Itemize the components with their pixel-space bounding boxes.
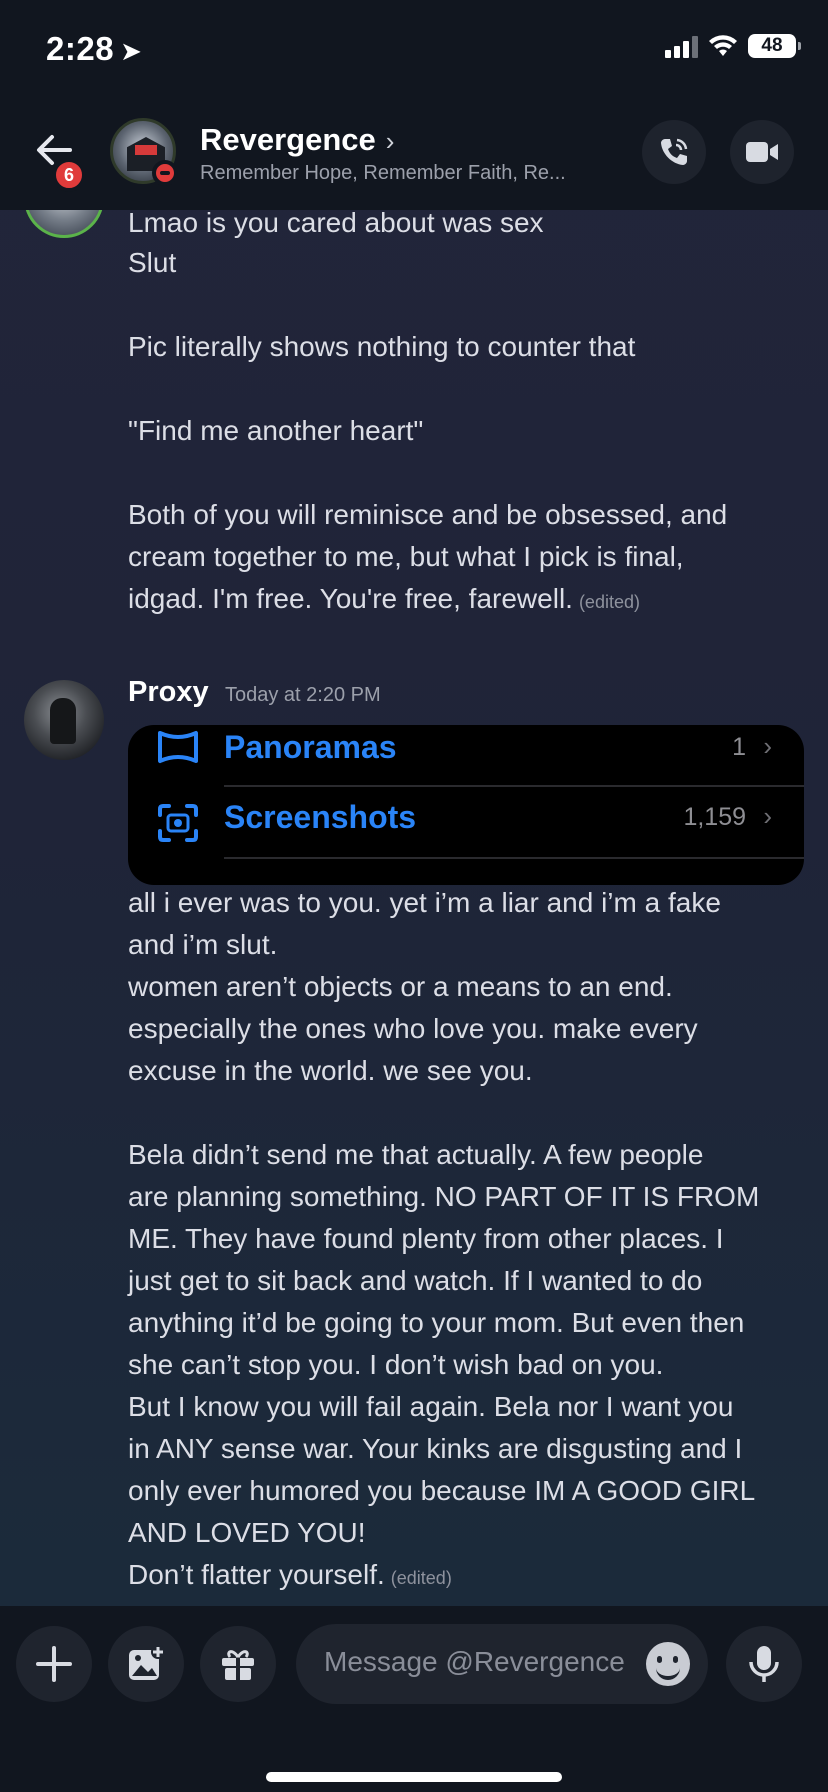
cellular-signal-icon: [665, 34, 698, 58]
custom-status: Remember Hope, Remember Faith, Re...: [200, 162, 566, 184]
message-text: excuse in the world. we see you.: [128, 1055, 533, 1086]
message-list[interactable]: Lmao is you cared about was sex Slut Pic…: [0, 210, 828, 1606]
location-arrow-icon: ➤: [120, 36, 143, 66]
emoji-icon[interactable]: [646, 1642, 690, 1686]
message-text: Bela didn’t send me that actually. A few…: [128, 1139, 704, 1170]
divider: [224, 785, 804, 787]
album-count: 1: [732, 733, 746, 761]
microphone-icon: [749, 1646, 779, 1682]
message-author[interactable]: Proxy: [128, 676, 209, 709]
message-text-content: Don’t flatter yourself.: [128, 1559, 385, 1590]
message-input[interactable]: Message @Revergence: [296, 1624, 708, 1704]
screenshot-icon: [158, 804, 198, 842]
gift-button[interactable]: [200, 1626, 276, 1702]
message-text: idgad. I'm free. You're free, farewell.(…: [128, 578, 640, 623]
home-indicator[interactable]: [266, 1772, 562, 1782]
image-attachment[interactable]: Panoramas 1 › Screenshots 1,159 ›: [128, 725, 804, 885]
message-text: But I know you will fail again. Bela nor…: [128, 1391, 734, 1422]
panorama-icon: [158, 731, 198, 763]
chevron-right-icon: ›: [763, 731, 772, 761]
message-text: Pic literally shows nothing to counter t…: [128, 331, 636, 362]
message-text: "Find me another heart": [128, 415, 424, 446]
message-text: women aren’t objects or a means to an en…: [128, 971, 673, 1002]
message-text-content: idgad. I'm free. You're free, farewell.: [128, 583, 573, 614]
message-text: ME. They have found plenty from other pl…: [128, 1223, 724, 1254]
divider: [224, 857, 804, 859]
wifi-icon: [709, 35, 737, 56]
edited-label: (edited): [578, 592, 640, 612]
video-camera-icon: [746, 142, 778, 162]
message-text: she can’t stop you. I don’t wish bad on …: [128, 1349, 664, 1380]
status-time: 2:28 ➤: [46, 30, 142, 68]
dnd-status-icon: [152, 160, 178, 186]
list-item: Panoramas 1 ›: [128, 725, 804, 789]
message-text: are planning something. NO PART OF IT IS…: [128, 1181, 760, 1212]
gift-icon: [222, 1650, 254, 1680]
album-count: 1,159: [683, 803, 746, 831]
status-indicators: 48: [665, 34, 801, 58]
message-text: in ANY sense war. Your kinks are disgust…: [128, 1433, 743, 1464]
clock: 2:28: [46, 30, 115, 67]
list-item: Screenshots 1,159 ›: [128, 791, 804, 861]
gallery-button[interactable]: [108, 1626, 184, 1702]
plus-icon: [36, 1646, 72, 1682]
album-label: Panoramas: [224, 729, 397, 765]
add-attachment-button[interactable]: [16, 1626, 92, 1702]
chevron-right-icon: ›: [385, 126, 395, 156]
avatar[interactable]: [24, 210, 104, 240]
message-text: all i ever was to you. yet i’m a liar an…: [128, 887, 721, 918]
chevron-right-icon: ›: [763, 801, 772, 831]
contact-name-label: Revergence: [200, 122, 376, 157]
message-text: anything it’d be going to your mom. But …: [128, 1307, 745, 1338]
contact-name[interactable]: Revergence ›: [200, 122, 394, 158]
battery-icon: 48: [748, 34, 801, 58]
message-text: Slut: [128, 247, 177, 278]
unread-badge: 6: [52, 158, 86, 192]
message-text: cream together to me, but what I pick is…: [128, 541, 684, 572]
chat-header: 6 Revergence › Remember Hope, Remember Fa…: [0, 100, 828, 210]
status-bar: 2:28 ➤ 48: [0, 0, 828, 100]
phone-icon: [661, 138, 688, 165]
album-label: Screenshots: [224, 799, 417, 835]
voice-call-button[interactable]: [642, 120, 706, 184]
avatar[interactable]: [24, 680, 104, 760]
image-add-icon: [129, 1645, 165, 1680]
message-text: AND LOVED YOU!: [128, 1517, 366, 1548]
message-text: and i’m slut.: [128, 929, 278, 960]
message-composer: Message @Revergence: [0, 1606, 828, 1792]
edited-label: (edited): [390, 1568, 452, 1588]
video-call-button[interactable]: [730, 120, 794, 184]
message-text: Both of you will reminisce and be obsess…: [128, 499, 728, 530]
message-timestamp: Today at 2:20 PM: [225, 684, 381, 706]
voice-message-button[interactable]: [726, 1626, 802, 1702]
message-input-placeholder: Message @Revergence: [324, 1646, 625, 1677]
message-text: especially the ones who love you. make e…: [128, 1013, 698, 1044]
message-text: Lmao is you cared about was sex: [128, 210, 544, 238]
message-text: Don’t flatter yourself. (edited): [128, 1554, 452, 1599]
message-text: just get to sit back and watch. If I wan…: [128, 1265, 703, 1296]
message-text: only ever humored you because IM A GOOD …: [128, 1475, 756, 1506]
